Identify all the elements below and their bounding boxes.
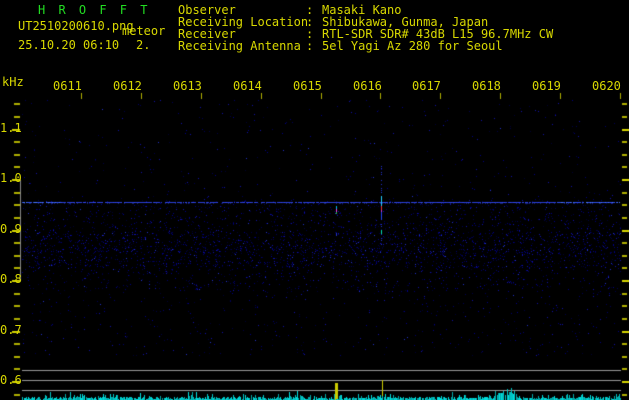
time-label: 0619 <box>532 80 561 92</box>
mode-label: meteor <box>122 25 165 37</box>
spectrogram-canvas <box>0 0 629 400</box>
freq-unit-label: kHz <box>2 76 24 88</box>
time-label: 0614 <box>233 80 262 92</box>
field-colon: : <box>306 40 313 52</box>
time-label: 0612 <box>113 80 142 92</box>
freq-label: 1.0 <box>0 172 22 184</box>
datetime-label: 25.10.20 06:10 <box>18 39 119 51</box>
time-label: 0616 <box>353 80 382 92</box>
field-label: Receiving Antenna <box>178 40 301 52</box>
time-label: 0613 <box>173 80 202 92</box>
time-label: 0618 <box>472 80 501 92</box>
hrofft-screen: H R O F F T UT2510200610.png meteor 25.1… <box>0 0 629 400</box>
time-label: 0617 <box>412 80 441 92</box>
time-label: 0615 <box>293 80 322 92</box>
app-title: H R O F F T <box>38 4 150 16</box>
filename-label: UT2510200610.png <box>18 20 134 32</box>
freq-label: 1.1 <box>0 122 22 134</box>
time-label: 0620 <box>592 80 621 92</box>
freq-label: 0.9 <box>0 223 22 235</box>
time-label: 0611 <box>53 80 82 92</box>
freq-label: 0.6 <box>0 374 22 386</box>
field-value: 5el Yagi Az 280 for Seoul <box>322 40 503 52</box>
freq-label: 0.8 <box>0 273 22 285</box>
count-label: 2. <box>136 39 150 51</box>
freq-label: 0.7 <box>0 324 22 336</box>
